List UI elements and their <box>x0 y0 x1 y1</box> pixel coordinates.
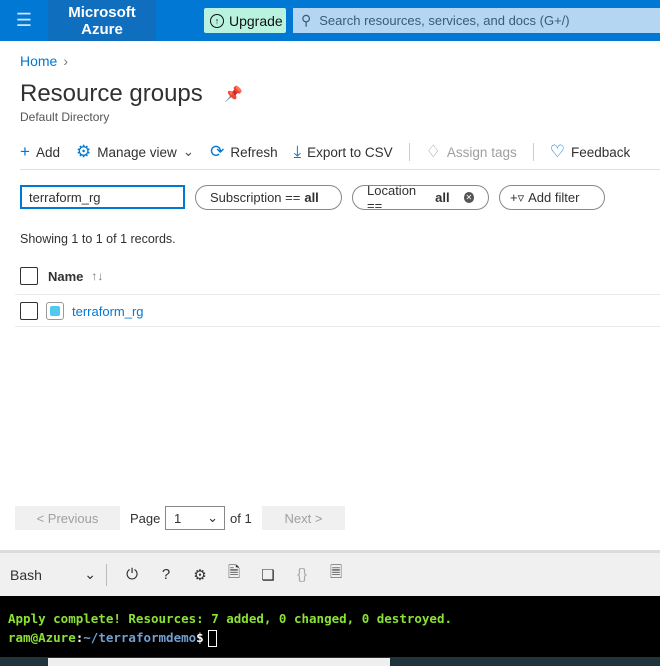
tag-icon: ♢ <box>425 142 441 161</box>
braces-icon[interactable]: {} <box>293 566 311 583</box>
chevron-down-icon: ⌄ <box>207 510 218 525</box>
manage-view-button[interactable]: ⚙ Manage view ⌄ <box>76 142 194 162</box>
upload-download-icon[interactable]: 🗎 <box>225 562 243 587</box>
brand[interactable]: Microsoft Azure <box>48 0 156 41</box>
breadcrumb: Home › <box>20 53 68 69</box>
breadcrumb-home[interactable]: Home <box>20 53 57 69</box>
terminal[interactable]: Apply complete! Resources: 7 added, 0 ch… <box>0 596 660 657</box>
toolbar: + Add ⚙ Manage view ⌄ ⟳ Refresh ⤓ Export to C… <box>20 142 646 162</box>
heart-icon: ♡ <box>549 142 565 161</box>
next-button[interactable]: Next > <box>262 506 345 530</box>
table-header: Name ↑↓ <box>20 267 103 285</box>
help-icon[interactable]: ? <box>157 566 175 583</box>
divider <box>106 563 107 586</box>
column-name[interactable]: Name <box>48 269 83 284</box>
download-icon: ⤓ <box>293 142 302 161</box>
cloud-shell-toolbar: Bash ⌄ ⏻ ? ⚙ 🗎 ❏ {} 🗏 <box>0 550 660 596</box>
search-input[interactable]: ⚲ Search resources, services, and docs (G… <box>293 8 660 33</box>
resource-group-link[interactable]: terraform_rg <box>72 304 144 319</box>
row-checkbox[interactable] <box>20 302 38 320</box>
web-preview-icon[interactable]: 🗏 <box>327 562 345 587</box>
previous-button[interactable]: < Previous <box>15 506 120 530</box>
scrollbar[interactable] <box>48 658 390 666</box>
refresh-button[interactable]: ⟳ Refresh <box>210 142 278 162</box>
subscription-filter[interactable]: Subscription == all <box>195 185 342 210</box>
assign-tags-button[interactable]: ♢ Assign tags <box>426 142 517 162</box>
terminal-prompt: ram@Azure:~/terraformdemo$ <box>8 628 660 647</box>
export-csv-button[interactable]: ⤓ Export to CSV <box>294 142 393 162</box>
page-subtitle: Default Directory <box>20 110 110 124</box>
close-icon[interactable]: ✕ <box>463 192 474 203</box>
settings-icon[interactable]: ⚙ <box>191 566 209 584</box>
divider <box>532 143 534 161</box>
filter-add-icon: +▿ <box>510 189 525 205</box>
resource-group-icon <box>46 302 64 320</box>
add-filter-button[interactable]: +▿ Add filter <box>499 185 605 210</box>
new-session-icon[interactable]: ❏ <box>259 566 277 584</box>
terminal-output: Apply complete! Resources: 7 added, 0 ch… <box>8 611 453 626</box>
select-all-checkbox[interactable] <box>20 267 38 285</box>
page-title: Resource groups <box>20 80 203 107</box>
page-label: Page <box>130 510 161 526</box>
chevron-right-icon: › <box>63 53 69 69</box>
feedback-button[interactable]: ♡ Feedback <box>550 142 631 162</box>
table-row: terraform_rg <box>20 302 144 320</box>
divider <box>20 169 660 170</box>
hamburger-icon[interactable]: ☰ <box>0 0 48 41</box>
location-filter[interactable]: Location == all ✕ <box>352 183 489 213</box>
page-count: of 1 <box>230 510 252 526</box>
shell-type-select[interactable]: Bash ⌄ <box>0 566 106 583</box>
upgrade-button[interactable]: ↑ Upgrade <box>204 8 286 33</box>
divider <box>15 294 660 295</box>
gear-icon: ⚙ <box>75 142 92 161</box>
chevron-down-icon: ⌄ <box>84 566 96 582</box>
refresh-icon: ⟳ <box>210 142 225 161</box>
search-icon: ⚲ <box>301 12 312 28</box>
terminal-cursor <box>207 630 217 647</box>
chevron-down-icon: ⌄ <box>182 144 195 159</box>
page-select[interactable]: 1 ⌄ <box>165 506 225 530</box>
plus-icon: + <box>20 142 30 161</box>
arrow-up-icon: ↑ <box>210 13 224 28</box>
name-filter-input[interactable] <box>20 185 185 209</box>
pin-icon[interactable]: 📌 <box>224 85 243 103</box>
power-icon[interactable]: ⏻ <box>123 566 141 583</box>
add-button[interactable]: + Add <box>20 142 60 162</box>
taskbar <box>0 657 660 666</box>
divider <box>408 143 410 161</box>
sort-icon[interactable]: ↑↓ <box>91 269 103 283</box>
divider <box>15 326 660 327</box>
records-count: Showing 1 to 1 of 1 records. <box>20 232 176 246</box>
